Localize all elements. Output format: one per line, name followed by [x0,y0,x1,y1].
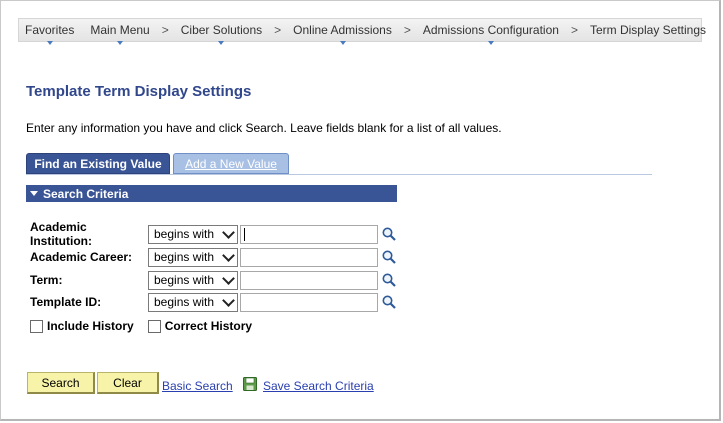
breadcrumb-ciber-solutions[interactable]: Ciber Solutions [175,23,268,45]
template-id-input[interactable] [240,292,378,312]
breadcrumb-label: Admissions Configuration [422,23,559,37]
field-row-template-id: Template ID: begins with [30,292,397,312]
field-row-academic-institution: Academic Institution: begins with [30,220,397,248]
chevron-down-icon [222,248,235,262]
breadcrumb-admissions-configuration[interactable]: Admissions Configuration [417,23,565,45]
breadcrumb-favorites[interactable]: Favorites [19,23,80,45]
dropdown-marker-icon [117,41,124,45]
field-row-term: Term: begins with [30,270,397,290]
lookup-magnifier-icon[interactable] [381,272,397,288]
dropdown-marker-icon [46,41,53,45]
field-label: Academic Institution: [30,220,92,248]
breadcrumb-online-admissions[interactable]: Online Admissions [287,23,398,45]
operator-select[interactable]: begins with [148,247,238,267]
breadcrumb-main-menu[interactable]: Main Menu [84,23,155,45]
breadcrumb-bar: Favorites Main Menu > Ciber Solutions > … [18,18,706,45]
tab-underline [26,174,652,175]
correct-history-checkbox[interactable] [147,319,161,333]
field-label: Term: [30,273,63,287]
lookup-magnifier-icon[interactable] [381,226,397,242]
breadcrumb-label: Term Display Settings [589,23,707,37]
academic-institution-input[interactable] [240,224,378,244]
breadcrumb-label: Online Admissions [293,23,392,37]
tab-add-new-value[interactable]: Add a New Value [173,153,289,174]
breadcrumb-label: Favorites [25,23,75,37]
operator-select[interactable]: begins with [148,270,238,290]
include-history-option[interactable]: Include History [30,319,134,333]
operator-select[interactable]: begins with [148,292,238,312]
include-history-checkbox[interactable] [30,319,43,333]
field-label: Template ID: [30,295,102,309]
field-row-academic-career: Academic Career: begins with [30,247,397,267]
search-criteria-label: Search Criteria [43,186,129,201]
operator-value: begins with [154,227,215,241]
breadcrumb-separator: > [570,23,578,37]
dropdown-marker-icon [339,41,346,45]
dropdown-marker-icon [218,41,225,45]
tab-bar: Find an Existing Value Add a New Value [26,153,656,175]
operator-value: begins with [154,250,215,264]
academic-career-input[interactable] [240,247,378,267]
term-input[interactable] [240,270,378,290]
chevron-down-icon [222,225,235,239]
operator-value: begins with [154,273,215,287]
window-frame [0,0,721,421]
breadcrumb-label: Ciber Solutions [180,23,263,37]
dropdown-marker-icon [487,41,494,45]
text-caret [244,227,245,241]
search-criteria-header[interactable]: Search Criteria [26,185,397,202]
clear-button[interactable]: Clear [97,372,159,394]
checkbox-label: Include History [47,319,134,333]
operator-select[interactable]: begins with [148,224,238,244]
basic-search-link[interactable]: Basic Search [162,379,233,393]
collapse-triangle-icon [30,191,38,196]
instructions-text: Enter any information you have and click… [26,121,502,135]
save-disk-icon[interactable] [243,377,257,391]
correct-history-option[interactable]: Correct History [147,319,253,333]
breadcrumb-separator: > [403,23,411,37]
lookup-magnifier-icon[interactable] [381,294,397,310]
tab-find-existing-value[interactable]: Find an Existing Value [26,153,170,174]
breadcrumb-label: Main Menu [90,23,150,37]
page-title: Template Term Display Settings [26,83,252,100]
field-label: Academic Career: [30,250,133,264]
chevron-down-icon [222,271,235,285]
chevron-down-icon [222,293,235,307]
save-search-criteria-link[interactable]: Save Search Criteria [263,379,374,393]
breadcrumb-term-display-settings[interactable]: Term Display Settings [584,23,712,37]
breadcrumb-separator: > [274,23,282,37]
checkbox-label: Correct History [164,319,253,333]
breadcrumb-separator: > [161,23,169,37]
lookup-magnifier-icon[interactable] [381,249,397,265]
history-options: Include History Correct History [30,319,266,333]
operator-value: begins with [154,295,215,309]
search-button[interactable]: Search [27,372,95,394]
